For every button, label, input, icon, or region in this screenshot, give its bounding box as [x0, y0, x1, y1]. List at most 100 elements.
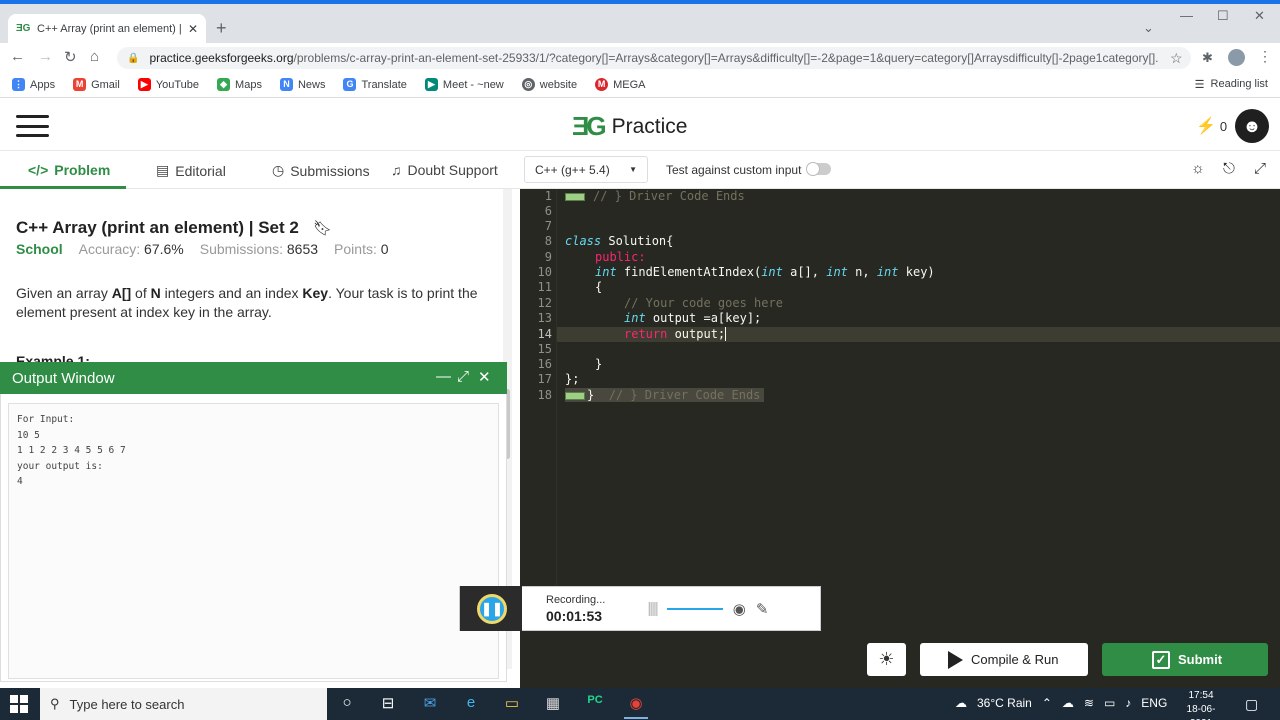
- new-tab-icon[interactable]: +: [216, 18, 227, 39]
- fold-marker-icon[interactable]: [565, 391, 585, 400]
- headset-icon: ♫: [391, 162, 402, 178]
- minimize-output-icon[interactable]: —: [436, 368, 451, 385]
- language-select[interactable]: C++ (g++ 5.4) ▼: [524, 156, 648, 183]
- tab-submissions[interactable]: ◷ Submissions: [272, 162, 370, 179]
- webcam-icon[interactable]: ◉: [733, 600, 746, 618]
- active-app-indicator: [624, 717, 648, 719]
- back-icon[interactable]: ←: [10, 48, 25, 65]
- language-value: C++ (g++ 5.4): [535, 162, 610, 177]
- browser-tab[interactable]: ƎG C++ Array (print an element) | Sc ✕: [8, 14, 206, 43]
- bookmark-website[interactable]: ◎ website: [521, 78, 577, 91]
- fullscreen-icon[interactable]: ⤢: [1254, 160, 1266, 177]
- clock-time: 17:54: [1188, 690, 1214, 701]
- line-number: 11: [537, 280, 552, 294]
- weather-text[interactable]: 36°C Rain: [977, 696, 1032, 710]
- fold-marker-icon[interactable]: [565, 192, 585, 201]
- store-icon[interactable]: ▦: [542, 694, 564, 714]
- pycharm-icon[interactable]: PC: [584, 694, 606, 714]
- extensions-icon[interactable]: ✱: [1202, 50, 1213, 66]
- custom-input-toggle[interactable]: [806, 162, 831, 176]
- edge-icon[interactable]: e: [460, 694, 482, 714]
- close-output-icon[interactable]: ✕: [478, 368, 491, 386]
- tab-problem[interactable]: </> Problem: [28, 162, 110, 178]
- line-number: 16: [537, 357, 552, 371]
- gfg-logo[interactable]: ƎG Practice: [572, 111, 687, 142]
- language-indicator[interactable]: ENG: [1141, 696, 1167, 710]
- onedrive-icon[interactable]: ☁: [1062, 696, 1074, 710]
- windows-start-icon[interactable]: [10, 695, 28, 713]
- bookmark-maps[interactable]: ◆ Maps: [217, 78, 262, 91]
- code-comment: // Your code goes here: [624, 296, 783, 310]
- tab-doubt-support[interactable]: ♫ Doubt Support: [391, 162, 498, 178]
- bookmark-label: Gmail: [91, 78, 120, 91]
- bookmark-mega[interactable]: M MEGA: [595, 78, 645, 91]
- task-view-icon[interactable]: ⊟: [377, 694, 399, 714]
- code-text: output;: [667, 327, 726, 341]
- chrome-menu-icon[interactable]: ⋮: [1258, 48, 1272, 65]
- hint-lightbulb-icon[interactable]: ☀: [867, 643, 906, 676]
- bookmark-translate[interactable]: G Translate: [343, 78, 407, 91]
- wifi-icon[interactable]: ≋: [1084, 696, 1094, 710]
- close-tab-icon[interactable]: ✕: [188, 22, 198, 36]
- forward-icon[interactable]: →: [38, 48, 53, 65]
- bookmark-label: Apps: [30, 78, 56, 91]
- output-line: For Input:: [17, 414, 75, 425]
- gutter-divider: [556, 189, 557, 630]
- code-line-11: {: [595, 280, 602, 295]
- submit-button[interactable]: ✓ Submit: [1102, 643, 1268, 676]
- bookmark-apps[interactable]: ⋮ Apps: [12, 78, 55, 91]
- address-bar[interactable]: 🔒 practice.geeksforgeeks.org/problems/c-…: [117, 47, 1191, 69]
- bookmark-meet[interactable]: ▶ Meet - ~new: [424, 78, 504, 91]
- code-keyword: public:: [595, 250, 646, 264]
- weather-icon[interactable]: ☁: [955, 696, 967, 710]
- code-text: }: [595, 357, 603, 371]
- bookmark-news[interactable]: N News: [279, 78, 325, 91]
- code-keyword: class: [565, 234, 602, 248]
- battery-icon[interactable]: ▭: [1104, 696, 1115, 710]
- volume-icon[interactable]: ♪: [1125, 696, 1131, 710]
- reading-list-button[interactable]: ☰ Reading list: [1195, 78, 1268, 91]
- user-avatar-icon[interactable]: ☻: [1235, 109, 1269, 143]
- bookmark-gmail[interactable]: M Gmail: [73, 78, 120, 91]
- pen-icon[interactable]: ✎: [756, 600, 769, 618]
- streak-counter[interactable]: ⚡ 0: [1196, 116, 1227, 136]
- reading-list-icon: ☰: [1194, 79, 1205, 91]
- line-number: 12: [537, 296, 552, 310]
- pause-icon[interactable]: ❚❚: [477, 594, 507, 624]
- bookmark-icon[interactable]: 🔖︎: [313, 219, 332, 237]
- file-explorer-icon[interactable]: ▭: [501, 694, 523, 714]
- checkbox-icon: ✓: [1152, 650, 1170, 669]
- theme-sun-icon[interactable]: ☼: [1191, 160, 1205, 177]
- maximize-icon[interactable]: ☐: [1217, 8, 1229, 24]
- recorder-pause-area: ❚❚: [460, 586, 522, 631]
- line-number: 8: [544, 234, 552, 248]
- reset-code-icon[interactable]: ⎋: [1223, 160, 1235, 177]
- mail-icon[interactable]: ✉: [419, 694, 441, 714]
- tab-editorial[interactable]: ▤ Editorial: [156, 162, 226, 179]
- tab-search-icon[interactable]: ⌄: [1143, 20, 1154, 36]
- submit-label: Submit: [1178, 652, 1223, 667]
- problem-description: Given an array A[] of N integers and an …: [16, 284, 491, 322]
- gfg-favicon-icon: ƎG: [16, 22, 31, 34]
- notifications-icon[interactable]: ▢: [1245, 696, 1258, 713]
- points-value: 0: [380, 241, 389, 257]
- reload-icon[interactable]: ↻: [64, 48, 77, 66]
- hamburger-menu-icon[interactable]: [16, 115, 49, 137]
- cortana-icon[interactable]: ○: [336, 694, 358, 714]
- minimize-icon[interactable]: —: [1180, 8, 1193, 23]
- system-tray: ☁ 36°C Rain ⌃ ☁ ≋ ▭ ♪ ENG: [955, 696, 1167, 710]
- expand-output-icon[interactable]: ⤢: [457, 368, 469, 385]
- tray-chevron-icon[interactable]: ⌃: [1042, 696, 1052, 710]
- volume-slider[interactable]: [666, 607, 723, 610]
- bookmark-youtube[interactable]: ▶ YouTube: [137, 78, 199, 91]
- code-text: output =a[key];: [645, 311, 762, 325]
- taskbar-clock[interactable]: 17:54 18-06-2021: [1176, 689, 1226, 720]
- chrome-icon[interactable]: ◉: [625, 694, 647, 714]
- home-icon[interactable]: ⌂: [90, 48, 99, 65]
- profile-avatar[interactable]: [1228, 49, 1245, 66]
- bookmark-star-icon[interactable]: ☆: [1170, 50, 1183, 67]
- close-window-icon[interactable]: ✕: [1254, 8, 1265, 24]
- compile-run-button[interactable]: Compile & Run: [920, 643, 1088, 676]
- taskbar-search[interactable]: ⚲ Type here to search: [40, 688, 327, 720]
- browser-tab-title: C++ Array (print an element) | Sc: [37, 22, 181, 35]
